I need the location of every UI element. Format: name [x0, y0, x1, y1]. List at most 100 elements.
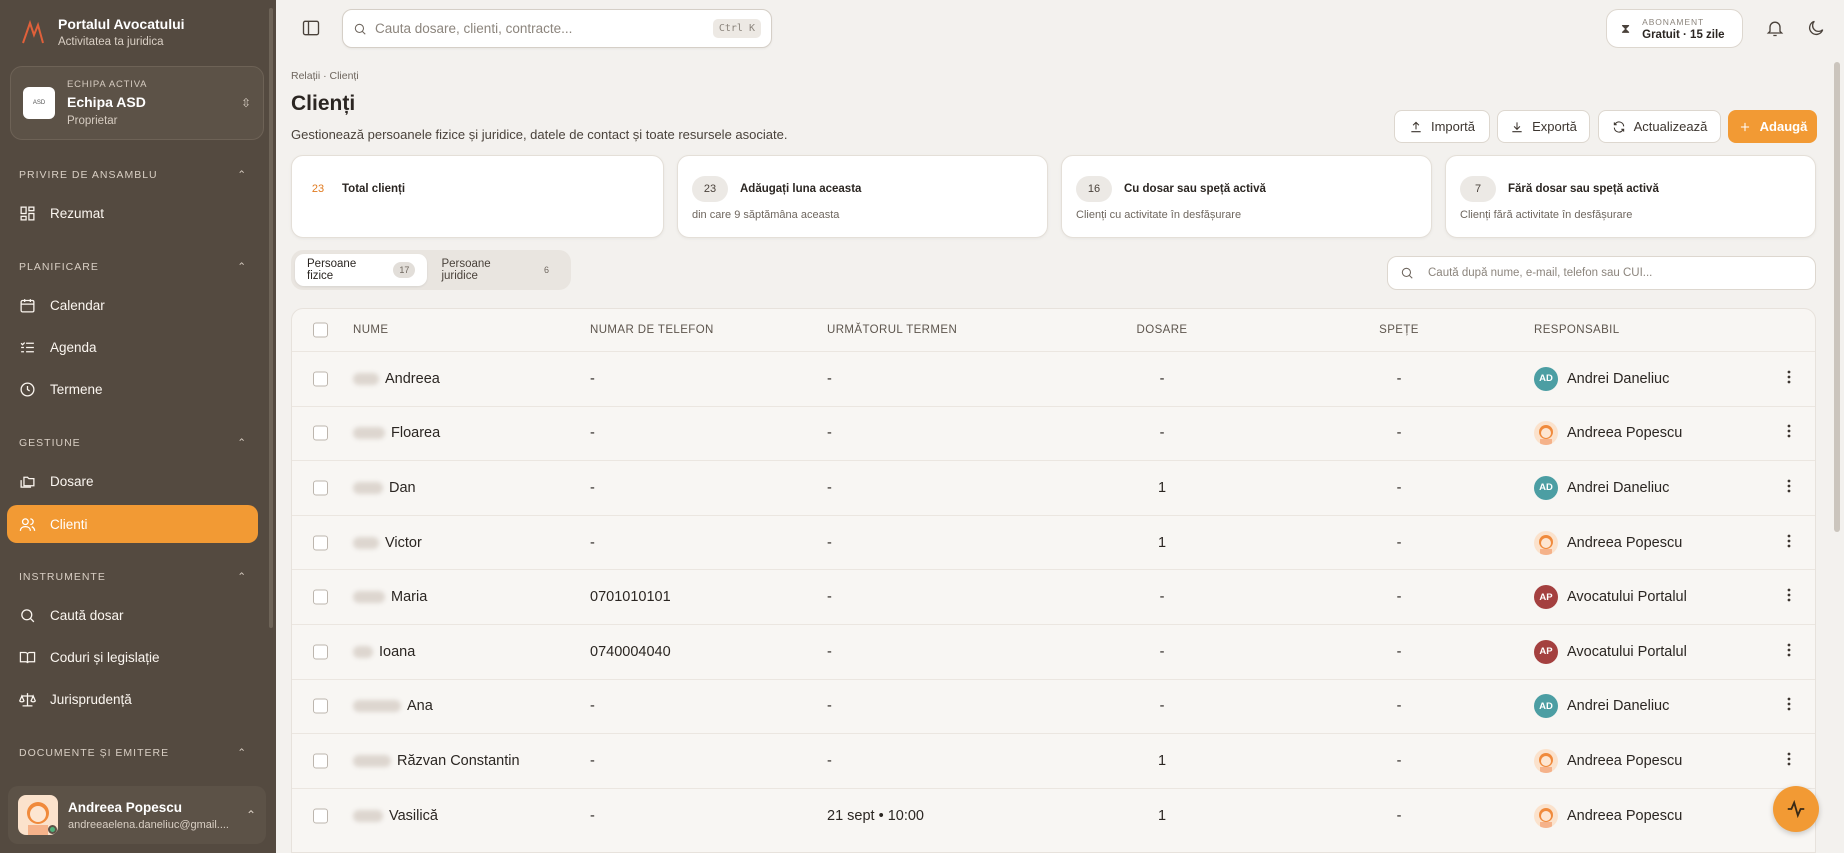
row-checkbox[interactable]: [313, 698, 328, 714]
team-switcher[interactable]: ASD ECHIPA ACTIVA Echipa ASD Proprietar …: [10, 66, 264, 140]
table-header: NUME NUMAR DE TELEFON URMĂTORUL TERMEN D…: [292, 309, 1815, 351]
stat-card-active[interactable]: 16 Cu dosar sau speță activă Clienți cu a…: [1061, 155, 1432, 238]
add-label: Adaugă: [1759, 119, 1808, 134]
sidebar-item-termene[interactable]: Termene: [7, 370, 258, 408]
main-scrollbar[interactable]: [1834, 62, 1840, 532]
table-row[interactable]: Dan - - 1 - AD Andrei Daneliuc: [292, 460, 1815, 515]
column-header-responsabil[interactable]: RESPONSABIL: [1534, 324, 1620, 336]
column-header-telefon[interactable]: NUMAR DE TELEFON: [590, 324, 714, 336]
sidebar-item-rezumat[interactable]: Rezumat: [7, 194, 258, 232]
user-menu[interactable]: Andreea Popescu andreeaelena.daneliuc@gm…: [8, 786, 266, 844]
table-row[interactable]: Răzvan Constantin - - 1 - Andreea Popesc…: [292, 733, 1815, 788]
phone-cell: 0740004040: [590, 643, 671, 660]
phone-cell: -: [590, 370, 595, 387]
sidebar-scrollbar[interactable]: [269, 8, 273, 628]
calendar-icon: [20, 298, 35, 313]
stat-value: 7: [1460, 176, 1496, 202]
next-term-cell: -: [827, 752, 832, 769]
row-checkbox[interactable]: [313, 589, 328, 605]
stat-card-total[interactable]: 23 Total clienți: [291, 155, 664, 238]
brand[interactable]: Portalul Avocatului Activitatea ta jurid…: [20, 16, 185, 48]
table-row[interactable]: Vasilică - 21 sept • 10:00 1 - Andreea P…: [292, 787, 1815, 843]
row-checkbox[interactable]: [313, 480, 328, 496]
more-vertical-icon[interactable]: [1786, 751, 1792, 771]
tab-persoane-fizice[interactable]: Persoane fizice 17: [295, 254, 428, 286]
table-row[interactable]: Andreea - - - - AD Andrei Daneliuc: [292, 351, 1815, 406]
export-button[interactable]: Exportă: [1497, 110, 1590, 143]
next-term-cell: -: [827, 425, 832, 442]
sidebar-item-label: Coduri și legislație: [50, 649, 160, 665]
row-checkbox[interactable]: [313, 425, 328, 441]
row-checkbox[interactable]: [313, 371, 328, 387]
row-checkbox[interactable]: [313, 644, 328, 660]
table-row[interactable]: Ioana 0740004040 - - - AP Avocatului Por…: [292, 624, 1815, 679]
more-vertical-icon[interactable]: [1786, 642, 1792, 662]
spete-cell: -: [1396, 479, 1402, 496]
more-vertical-icon[interactable]: [1786, 369, 1792, 389]
tab-persoane-juridice[interactable]: Persoane juridice 6: [429, 254, 567, 286]
add-client-button[interactable]: Adaugă: [1728, 110, 1817, 143]
column-header-dosare[interactable]: DOSARE: [1137, 324, 1188, 336]
section-header-overview[interactable]: PRIVIRE DE ANSAMBLU ⌃: [19, 169, 247, 181]
client-first-name: Ana: [407, 698, 433, 715]
sidebar-item-cauta-dosar[interactable]: Caută dosar: [7, 596, 258, 634]
more-vertical-icon[interactable]: [1786, 533, 1792, 553]
subscription-caption: ABONAMENT: [1642, 16, 1705, 27]
stat-value: 23: [692, 176, 728, 202]
section-title: PLANIFICARE: [19, 261, 99, 273]
section-header-documents[interactable]: DOCUMENTE ȘI EMITERE ⌃: [19, 747, 247, 759]
table-row[interactable]: Floarea - - - - Andreea Popescu: [292, 405, 1815, 461]
client-name-cell[interactable]: Răzvan Constantin: [353, 753, 520, 769]
client-name-cell[interactable]: Ioana: [353, 644, 415, 660]
sidebar-item-calendar[interactable]: Calendar: [7, 286, 258, 324]
table-row[interactable]: Victor - - 1 - Andreea Popescu: [292, 514, 1815, 570]
client-name-cell[interactable]: Vasilică: [353, 808, 438, 824]
subscription-badge[interactable]: ⧗ ABONAMENT Gratuit · 15 zile: [1606, 9, 1743, 48]
responsible-cell: AP Avocatului Portalul: [1534, 585, 1687, 610]
sidebar-item-coduri[interactable]: Coduri și legislație: [7, 638, 258, 676]
row-checkbox[interactable]: [313, 808, 328, 824]
row-checkbox[interactable]: [313, 753, 328, 769]
avatar: AD: [1534, 694, 1558, 719]
sidebar-item-agenda[interactable]: Agenda: [7, 328, 258, 366]
section-header-planning[interactable]: PLANIFICARE ⌃: [19, 261, 247, 273]
table-row[interactable]: Ana - - - - AD Andrei Daneliuc: [292, 678, 1815, 734]
client-name-cell[interactable]: Maria: [353, 589, 427, 605]
select-all-checkbox[interactable]: [313, 322, 328, 338]
team-role: Proprietar: [67, 115, 118, 127]
column-header-termen[interactable]: URMĂTORUL TERMEN: [827, 324, 957, 336]
scale-icon: [19, 692, 36, 707]
spete-cell: -: [1396, 589, 1402, 606]
moon-icon[interactable]: [1806, 18, 1826, 38]
sidebar-item-dosare[interactable]: Dosare: [7, 462, 258, 500]
section-header-tools[interactable]: INSTRUMENTE ⌃: [19, 571, 247, 583]
more-vertical-icon[interactable]: [1786, 696, 1792, 716]
section-header-management[interactable]: GESTIUNE ⌃: [19, 437, 247, 449]
row-checkbox[interactable]: [313, 535, 328, 551]
stat-card-added-this-month[interactable]: 23 Adăugați luna aceasta din care 9 săptă…: [677, 155, 1048, 238]
client-name-cell[interactable]: Floarea: [353, 425, 440, 441]
more-vertical-icon[interactable]: [1786, 423, 1792, 443]
client-search-input[interactable]: Caută după nume, e-mail, telefon sau CUI…: [1387, 256, 1816, 290]
more-vertical-icon[interactable]: [1786, 478, 1792, 498]
table-row[interactable]: Maria 0701010101 - - - AP Avocatului Por…: [292, 569, 1815, 624]
import-button[interactable]: Importă: [1394, 110, 1490, 143]
avatar-initials: AP: [1539, 646, 1553, 658]
sidebar-item-clienti[interactable]: Clienti: [7, 505, 258, 543]
section-title: DOCUMENTE ȘI EMITERE: [19, 747, 170, 759]
stat-card-inactive[interactable]: 7 Fără dosar sau speță activă Clienți făr…: [1445, 155, 1816, 238]
refresh-button[interactable]: Actualizează: [1598, 110, 1721, 143]
sidebar-item-label: Rezumat: [50, 205, 105, 221]
client-name-cell[interactable]: Dan: [353, 480, 416, 496]
client-name-cell[interactable]: Victor: [353, 535, 422, 551]
column-header-spete[interactable]: SPEȚE: [1379, 324, 1419, 336]
activity-fab-button[interactable]: [1773, 786, 1819, 832]
more-vertical-icon[interactable]: [1786, 587, 1792, 607]
client-name-cell[interactable]: Ana: [353, 698, 433, 714]
bell-icon[interactable]: [1765, 18, 1785, 38]
sidebar-toggle-icon[interactable]: [301, 18, 321, 38]
column-header-nume[interactable]: NUME: [353, 324, 388, 336]
global-search-input[interactable]: Cauta dosare, clienti, contracte... Ctrl…: [342, 9, 772, 48]
sidebar-item-jurisprudenta[interactable]: Jurisprudență: [7, 680, 258, 718]
client-name-cell[interactable]: Andreea: [353, 371, 440, 387]
